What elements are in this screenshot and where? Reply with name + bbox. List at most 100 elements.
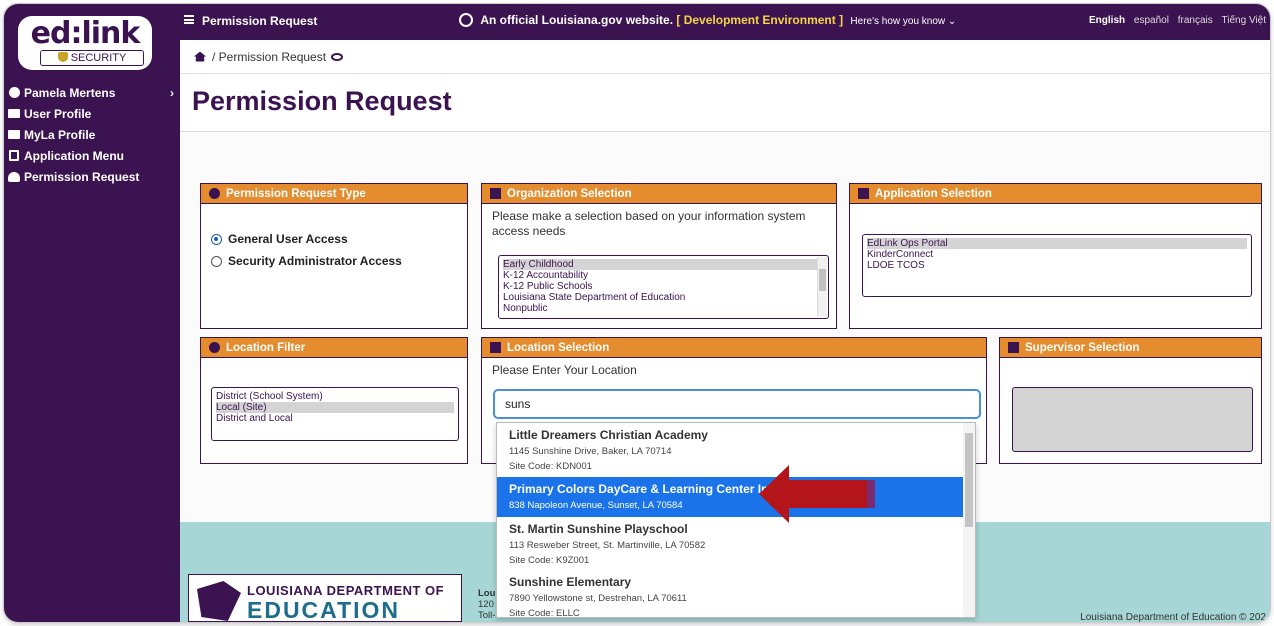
option-name: Primary Colors DayCare & Learning Center… bbox=[509, 482, 779, 496]
card-header: Location Selection bbox=[482, 338, 986, 358]
logo-sub-label: SECURITY bbox=[70, 52, 127, 64]
application-selection-card: Application Selection EdLink Ops Portal … bbox=[849, 183, 1262, 329]
users-icon bbox=[8, 171, 20, 183]
supervisor-listbox[interactable] bbox=[1012, 387, 1253, 452]
option-name: St. Martin Sunshine Playschool bbox=[509, 522, 688, 536]
official-text: An official Louisiana.gov website. bbox=[480, 13, 674, 27]
location-instruction: Please Enter Your Location bbox=[492, 363, 637, 377]
official-site-banner: An official Louisiana.gov website. [ Dev… bbox=[459, 13, 956, 27]
environment-badge: [ Development Environment ] bbox=[676, 13, 844, 27]
listbox-option[interactable]: Nonpublic bbox=[503, 303, 824, 314]
card-header-label: Application Selection bbox=[875, 187, 992, 200]
lang-english[interactable]: English bbox=[1089, 15, 1125, 26]
option-address: 113 Resweber Street, St. Martinville, LA… bbox=[509, 540, 706, 551]
sidebar-item-user-profile[interactable]: User Profile bbox=[4, 103, 180, 124]
option-site-code: Site Code: KDN001 bbox=[509, 461, 592, 472]
breadcrumb: / Permission Request bbox=[180, 40, 1270, 74]
option-name: Little Dreamers Christian Academy bbox=[509, 428, 708, 442]
card-header: Permission Request Type bbox=[201, 184, 467, 204]
card-header: Location Filter bbox=[201, 338, 467, 358]
listbox-option[interactable]: EdLink Ops Portal bbox=[867, 238, 1247, 249]
autocomplete-option[interactable]: Sunshine Elementary 7890 Yellowstone st,… bbox=[497, 570, 975, 618]
logo-text: ed:link bbox=[30, 16, 141, 51]
chevron-right-icon: › bbox=[170, 85, 174, 100]
eye-icon[interactable] bbox=[331, 52, 344, 61]
sidebar-user-menu[interactable]: Pamela Mertens › bbox=[4, 82, 180, 103]
user-circle-icon bbox=[8, 87, 20, 99]
sidebar-item-myla-profile[interactable]: MyLa Profile bbox=[4, 124, 180, 145]
autocomplete-option[interactable]: St. Martin Sunshine Playschool 113 Reswe… bbox=[497, 517, 975, 570]
id-card-icon bbox=[8, 129, 20, 141]
card-header-label: Location Filter bbox=[226, 341, 306, 354]
user-icon bbox=[1008, 342, 1019, 353]
lang-vietnamese[interactable]: Tiếng Việt bbox=[1222, 15, 1266, 26]
card-header: Application Selection bbox=[850, 184, 1261, 204]
top-bar: Permission Request An official Louisiana… bbox=[180, 4, 1270, 40]
organization-listbox[interactable]: Early Childhood K-12 Accountability K-12… bbox=[498, 255, 829, 319]
edlink-logo[interactable]: ed:link SECURITY bbox=[18, 16, 152, 70]
organization-selection-card: Organization Selection Please make a sel… bbox=[481, 183, 837, 329]
option-address: 1145 Sunshine Drive, Baker, LA 70714 bbox=[509, 446, 672, 457]
sidebar-item-label: Permission Request bbox=[24, 169, 140, 184]
lang-espanol[interactable]: español bbox=[1134, 15, 1169, 26]
listbox-option[interactable]: K-12 Public Schools bbox=[503, 281, 824, 292]
pelican-logo-icon bbox=[197, 581, 241, 621]
listbox-option[interactable]: District and Local bbox=[216, 413, 454, 424]
sidebar-user-name: Pamela Mertens bbox=[24, 85, 116, 100]
sidebar-item-label: Application Menu bbox=[24, 148, 124, 163]
home-icon[interactable] bbox=[194, 51, 206, 62]
breadcrumb-current: Permission Request bbox=[218, 49, 327, 64]
card-header-label: Organization Selection bbox=[507, 187, 632, 200]
sidebar-item-application-menu[interactable]: Application Menu bbox=[4, 145, 180, 166]
listbox-option[interactable]: Local (Site) bbox=[216, 402, 454, 413]
topbar-title: Permission Request bbox=[202, 14, 318, 28]
shield-icon bbox=[57, 52, 68, 62]
listbox-option[interactable]: Louisiana State Department of Education bbox=[503, 292, 824, 303]
listbox-option[interactable]: Early Childhood bbox=[503, 259, 824, 270]
window-icon bbox=[8, 150, 20, 162]
option-address: 7890 Yellowstone st, Destrehan, LA 70611 bbox=[509, 593, 687, 604]
lang-francais[interactable]: français bbox=[1178, 15, 1213, 26]
radio-security-admin[interactable]: Security Administrator Access bbox=[211, 254, 457, 268]
sidebar-item-label: User Profile bbox=[24, 106, 92, 121]
radio-button[interactable] bbox=[211, 233, 222, 245]
sidebar-item-permission-request[interactable]: Permission Request bbox=[4, 166, 180, 187]
listbox-option[interactable]: K-12 Accountability bbox=[503, 270, 824, 281]
listbox-option[interactable]: KinderConnect bbox=[867, 249, 1247, 260]
building-icon bbox=[490, 342, 501, 353]
autocomplete-option-highlighted[interactable]: Primary Colors DayCare & Learning Center… bbox=[497, 477, 975, 517]
option-site-code: Site Code: K9Z001 bbox=[509, 555, 590, 566]
id-card-icon bbox=[8, 108, 20, 120]
location-search-input[interactable] bbox=[493, 389, 981, 419]
sidebar: ed:link SECURITY Pamela Mertens › User P… bbox=[4, 4, 180, 622]
option-site-code: Site Code: ELLC bbox=[509, 608, 580, 618]
window-icon bbox=[858, 188, 869, 199]
logo-line-2: EDUCATION bbox=[247, 597, 401, 622]
app-window: ed:link SECURITY Pamela Mertens › User P… bbox=[4, 4, 1270, 622]
permission-type-card: Permission Request Type General User Acc… bbox=[200, 183, 468, 329]
hamburger-menu-icon[interactable] bbox=[184, 15, 194, 24]
how-label: Here's how you know bbox=[850, 16, 946, 27]
application-listbox[interactable]: EdLink Ops Portal KinderConnect LDOE TCO… bbox=[862, 234, 1252, 297]
autocomplete-option[interactable]: Little Dreamers Christian Academy 1145 S… bbox=[497, 423, 975, 477]
org-instruction: Please make a selection based on your in… bbox=[492, 209, 806, 238]
listbox-option[interactable]: LDOE TCOS bbox=[867, 260, 1247, 271]
sitemap-icon bbox=[490, 188, 501, 199]
listbox-option[interactable]: District (School System) bbox=[216, 391, 454, 402]
doe-logo[interactable]: LOUISIANA DEPARTMENT OF EDUCATION bbox=[188, 574, 462, 622]
location-filter-listbox[interactable]: District (School System) Local (Site) Di… bbox=[211, 387, 459, 441]
listbox-scrollbar[interactable] bbox=[817, 257, 827, 317]
dropdown-scrollbar[interactable] bbox=[963, 423, 975, 617]
supervisor-selection-card: Supervisor Selection bbox=[999, 337, 1262, 464]
heres-how-you-know-link[interactable]: Here's how you know ⌄ bbox=[850, 16, 956, 27]
card-header: Organization Selection bbox=[482, 184, 836, 204]
option-name: Sunshine Elementary bbox=[509, 575, 632, 589]
breadcrumb-separator: / bbox=[212, 49, 219, 64]
page-title: Permission Request bbox=[192, 86, 452, 116]
question-icon bbox=[209, 188, 220, 199]
radio-general-user[interactable]: General User Access bbox=[211, 232, 457, 246]
language-switcher: English español français Tiếng Việt bbox=[1083, 15, 1266, 26]
sidebar-item-label: MyLa Profile bbox=[24, 127, 96, 142]
radio-button[interactable] bbox=[211, 255, 222, 267]
footer-copyright: Louisiana Department of Education © 202 bbox=[1080, 612, 1266, 622]
